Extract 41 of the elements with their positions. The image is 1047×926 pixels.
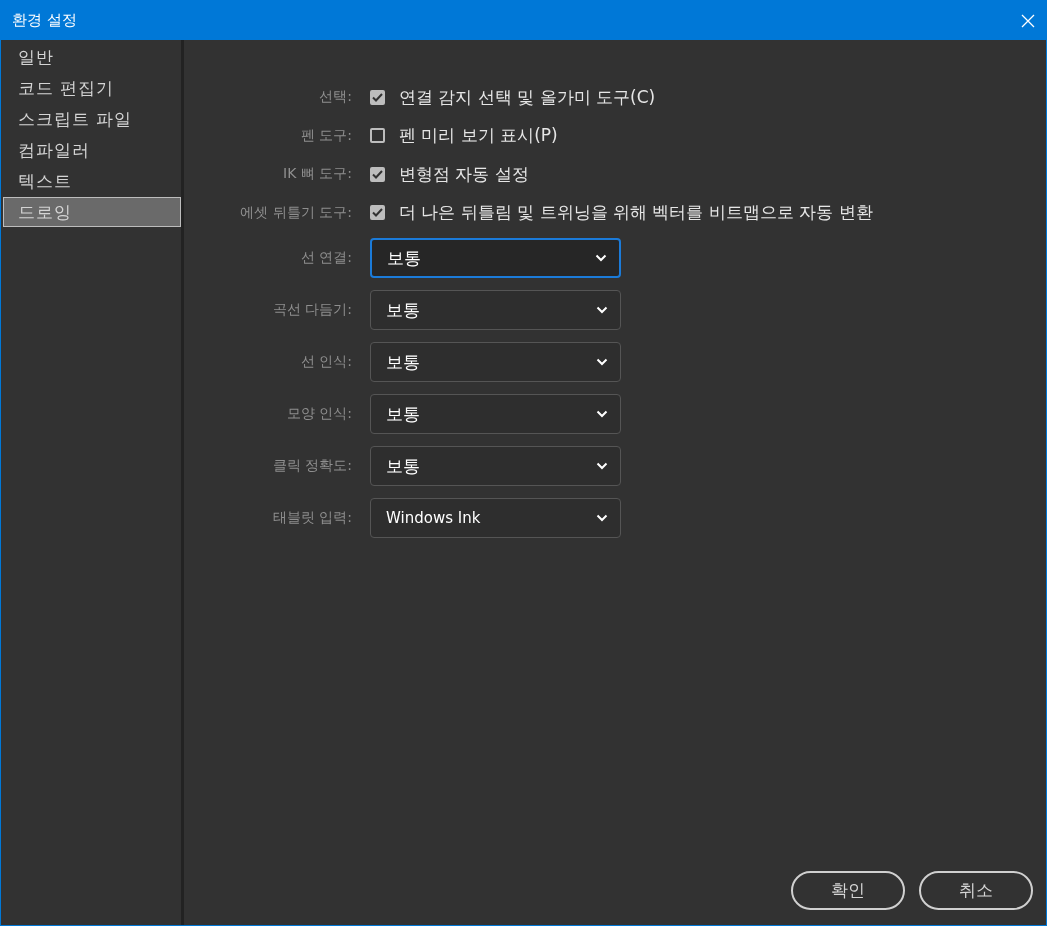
setting-label: 펜 도구:: [299, 126, 352, 145]
checkbox-label: 연결 감지 선택 및 올가미 도구(C): [399, 85, 656, 109]
setting-label: 에셋 뒤틀기 도구:: [239, 203, 352, 222]
chevron-down-icon: [595, 254, 607, 262]
dialog-button[interactable]: 확인: [791, 871, 905, 910]
dialog-button[interactable]: 취소: [919, 871, 1033, 910]
checkbox-label: 변형점 자동 설정: [399, 162, 529, 186]
setting-label: 클릭 정확도:: [271, 457, 352, 475]
checkbox-label: 더 나은 뒤틀림 및 트위닝을 위해 벡터를 비트맵으로 자동 변환: [399, 201, 873, 225]
chevron-down-icon: [596, 358, 608, 366]
setting-label: 태블릿 입력:: [271, 509, 352, 527]
sidebar-item[interactable]: 일반: [3, 42, 181, 72]
dropdown[interactable]: 보통: [370, 238, 621, 278]
setting-label: 선 인식:: [299, 353, 352, 371]
setting-label: 곡선 다듬기:: [271, 301, 352, 319]
window-title: 환경 설정: [12, 11, 77, 30]
dropdown[interactable]: 보통: [370, 290, 621, 330]
dropdown[interactable]: 보통: [370, 446, 621, 486]
dropdown[interactable]: 보통: [370, 394, 621, 434]
sidebar-item[interactable]: 컴파일러: [3, 135, 181, 165]
checkbox[interactable]: [370, 89, 385, 105]
checkbox[interactable]: [370, 166, 385, 182]
setting-label: 선택:: [318, 88, 352, 107]
sidebar-item[interactable]: 코드 편집기: [3, 73, 181, 103]
setting-label: 선 연결:: [299, 249, 352, 267]
setting-label: 모양 인식:: [285, 405, 352, 423]
sidebar-item[interactable]: 텍스트: [3, 166, 181, 196]
checkbox[interactable]: [370, 205, 385, 221]
checkbox[interactable]: [370, 128, 385, 144]
chevron-down-icon: [596, 514, 608, 522]
dropdown[interactable]: 보통: [370, 342, 621, 382]
chevron-down-icon: [596, 306, 608, 314]
dropdown[interactable]: Windows Ink: [370, 498, 621, 538]
setting-label: IK 뼈 도구:: [282, 165, 352, 184]
checkbox-label: 펜 미리 보기 표시(P): [399, 124, 558, 148]
sidebar-item[interactable]: 드로잉: [3, 197, 181, 227]
close-icon: [1020, 12, 1036, 29]
sidebar-item[interactable]: 스크립트 파일: [3, 104, 181, 134]
chevron-down-icon: [596, 462, 608, 470]
close-button[interactable]: [1020, 12, 1036, 29]
chevron-down-icon: [596, 410, 608, 418]
